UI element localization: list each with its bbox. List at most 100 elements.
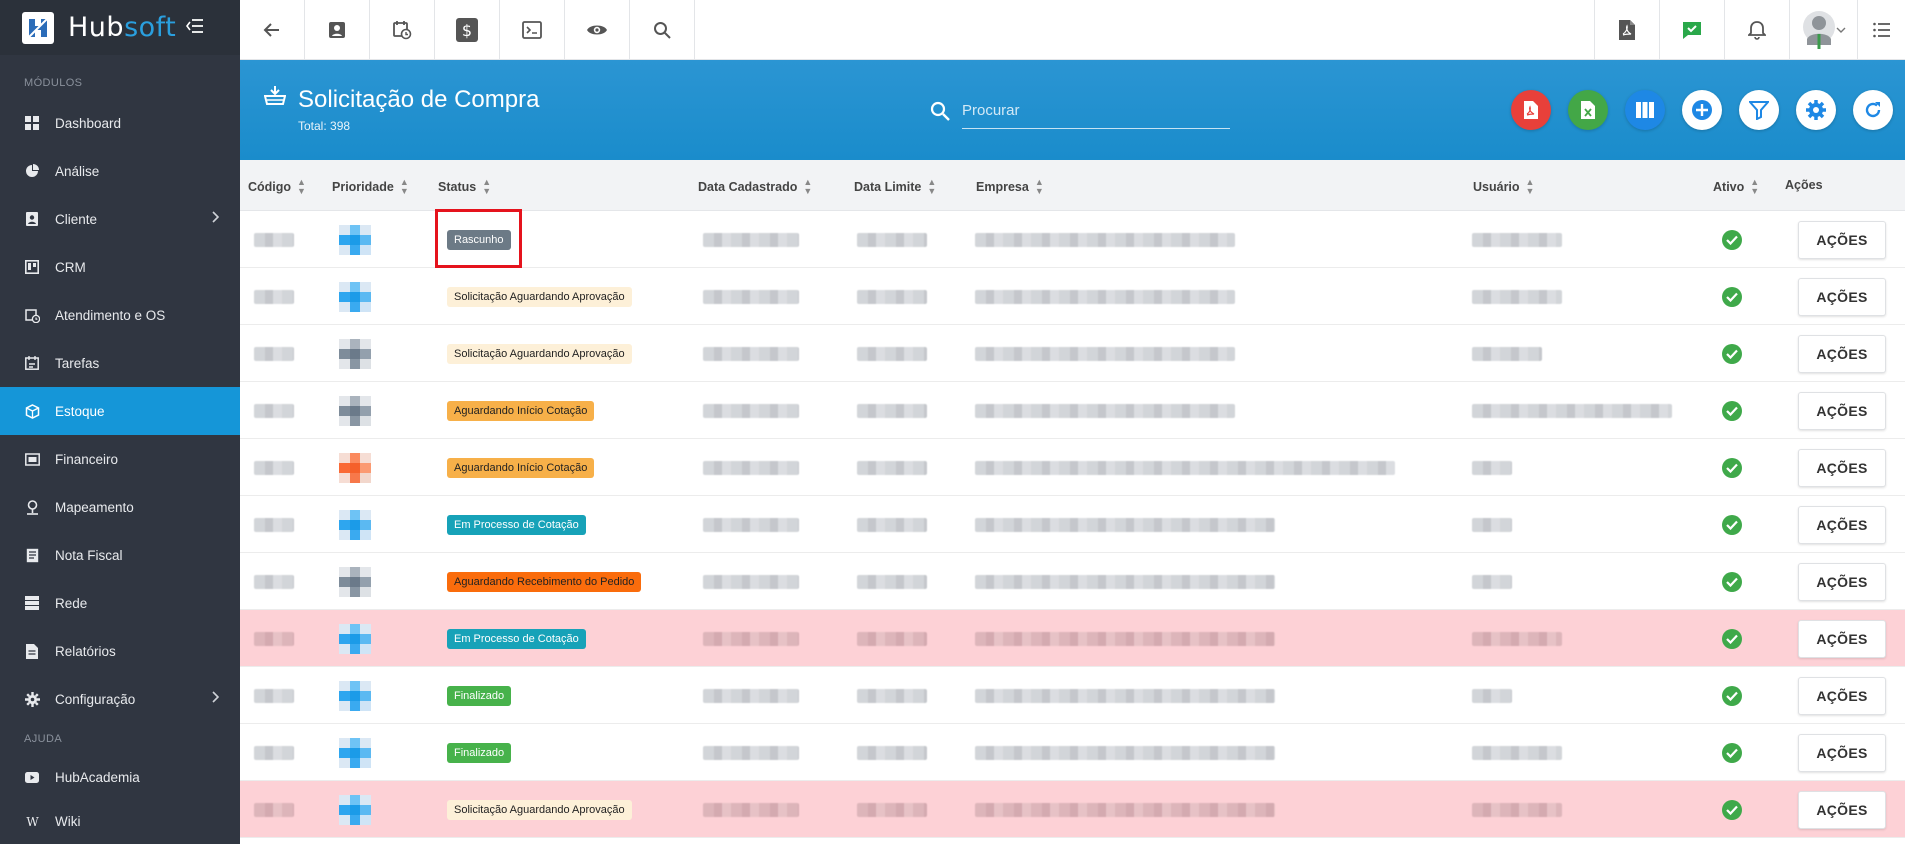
table-row[interactable]: Finalizado AÇÕES bbox=[240, 667, 1905, 724]
sidebar-item-financeiro[interactable]: Financeiro bbox=[0, 435, 240, 483]
priority-indicator bbox=[339, 566, 371, 597]
company-cell bbox=[975, 268, 1235, 325]
priority-cell bbox=[339, 724, 371, 781]
column-header[interactable]: Status ▲ ▼ bbox=[438, 178, 491, 196]
finance-button[interactable]: $ bbox=[435, 0, 500, 59]
table-row[interactable]: Solicitação Aguardando Aprovação AÇÕES bbox=[240, 781, 1905, 838]
redacted-date bbox=[703, 631, 799, 646]
redacted-date bbox=[857, 403, 927, 418]
back-button[interactable] bbox=[240, 0, 305, 59]
column-header-label: Usuário bbox=[1473, 180, 1520, 194]
settings-button[interactable] bbox=[1796, 90, 1836, 130]
terminal-button[interactable] bbox=[500, 0, 565, 59]
table-row[interactable]: Finalizado AÇÕES bbox=[240, 724, 1905, 781]
notifications-button[interactable] bbox=[1724, 0, 1789, 59]
column-header[interactable]: Ativo ▲ ▼ bbox=[1713, 178, 1759, 196]
sidebar-item-dashboard[interactable]: Dashboard bbox=[0, 99, 240, 147]
status-badge: Aguardando Recebimento do Pedido bbox=[447, 571, 642, 592]
row-actions-button[interactable]: AÇÕES bbox=[1798, 334, 1886, 373]
table-row[interactable]: Solicitação Aguardando Aprovação AÇÕES bbox=[240, 268, 1905, 325]
hubsoft-logo[interactable] bbox=[22, 11, 54, 44]
row-actions-button[interactable]: AÇÕES bbox=[1798, 391, 1886, 430]
pdf-document-button[interactable] bbox=[1594, 0, 1659, 59]
redacted-company bbox=[975, 346, 1235, 361]
refresh-button[interactable] bbox=[1853, 90, 1893, 130]
sidebar-item-label: Mapeamento bbox=[55, 499, 134, 515]
avatar bbox=[1802, 10, 1835, 49]
status-badge: Em Processo de Cotação bbox=[447, 514, 586, 535]
status-badge: Solicitação Aguardando Aprovação bbox=[447, 343, 632, 364]
table-row[interactable]: Aguardando Início Cotação AÇÕES bbox=[240, 439, 1905, 496]
sidebar-item-tarefas[interactable]: Tarefas bbox=[0, 339, 240, 387]
export-pdf-button[interactable] bbox=[1511, 90, 1551, 130]
row-actions-button[interactable]: AÇÕES bbox=[1798, 562, 1886, 601]
contacts-button[interactable] bbox=[305, 0, 370, 59]
column-header[interactable]: Data Cadastrado ▲ ▼ bbox=[698, 178, 812, 196]
row-actions-button[interactable]: AÇÕES bbox=[1798, 733, 1886, 772]
sidebar-item-label: Estoque bbox=[55, 403, 105, 419]
row-actions-button[interactable]: AÇÕES bbox=[1798, 790, 1886, 829]
row-actions-button[interactable]: AÇÕES bbox=[1798, 619, 1886, 658]
column-header[interactable]: Empresa ▲ ▼ bbox=[976, 178, 1044, 196]
code-cell bbox=[254, 496, 294, 553]
sidebar-item-wiki[interactable]: W Wiki bbox=[0, 799, 240, 843]
column-header[interactable]: Data Limite ▲ ▼ bbox=[854, 178, 936, 196]
cube-icon bbox=[24, 403, 40, 419]
column-header-label: Prioridade bbox=[332, 180, 394, 194]
check-circle-icon bbox=[1722, 514, 1742, 535]
row-actions-button[interactable]: AÇÕES bbox=[1798, 676, 1886, 715]
active-cell bbox=[1722, 781, 1742, 838]
redacted-code bbox=[254, 460, 294, 475]
search-input[interactable] bbox=[962, 93, 1230, 129]
priority-indicator bbox=[339, 509, 371, 540]
chat-button[interactable] bbox=[1659, 0, 1724, 59]
section-modules: MÓDULOS bbox=[24, 77, 83, 89]
menu-list-button[interactable] bbox=[1857, 0, 1905, 59]
created-date-cell bbox=[703, 211, 799, 268]
sidebar-item-relatorios[interactable]: Relatórios bbox=[0, 627, 240, 675]
active-cell bbox=[1722, 325, 1742, 382]
row-actions-button[interactable]: AÇÕES bbox=[1798, 448, 1886, 487]
check-circle-icon bbox=[1722, 286, 1742, 307]
status-cell: Solicitação Aguardando Aprovação bbox=[447, 781, 632, 838]
priority-cell bbox=[339, 211, 371, 268]
column-header[interactable]: Usuário ▲ ▼ bbox=[1473, 178, 1534, 196]
sidebar-item-crm[interactable]: CRM bbox=[0, 243, 240, 291]
sidebar-item-configuracao[interactable]: Configuração bbox=[0, 675, 240, 723]
filter-button[interactable] bbox=[1739, 90, 1779, 130]
table-row[interactable]: Em Processo de Cotação AÇÕES bbox=[240, 610, 1905, 667]
user-menu[interactable] bbox=[1789, 0, 1857, 59]
row-actions-button[interactable]: AÇÕES bbox=[1798, 220, 1886, 259]
search-button[interactable] bbox=[630, 0, 695, 59]
limit-date-cell bbox=[857, 724, 927, 781]
row-actions-button[interactable]: AÇÕES bbox=[1798, 277, 1886, 316]
sidebar-item-rede[interactable]: Rede bbox=[0, 579, 240, 627]
sidebar-item-cliente[interactable]: Cliente bbox=[0, 195, 240, 243]
view-button[interactable] bbox=[565, 0, 630, 59]
schedule-button[interactable] bbox=[370, 0, 435, 59]
add-button[interactable] bbox=[1682, 90, 1722, 130]
sidebar-item-analise[interactable]: Análise bbox=[0, 147, 240, 195]
column-header[interactable]: Prioridade ▲ ▼ bbox=[332, 178, 409, 196]
collapse-sidebar-icon[interactable] bbox=[186, 17, 204, 38]
help-nav: HubAcademia W Wiki bbox=[0, 755, 240, 843]
status-badge: Aguardando Início Cotação bbox=[447, 400, 595, 421]
table-row[interactable]: Solicitação Aguardando Aprovação AÇÕES bbox=[240, 325, 1905, 382]
row-actions-button[interactable]: AÇÕES bbox=[1798, 505, 1886, 544]
columns-button[interactable] bbox=[1625, 90, 1665, 130]
table-row[interactable]: Aguardando Recebimento do Pedido AÇÕES bbox=[240, 553, 1905, 610]
redacted-date bbox=[857, 289, 927, 304]
wikipedia-icon: W bbox=[24, 813, 40, 829]
company-cell bbox=[975, 610, 1275, 667]
column-header[interactable]: Código ▲ ▼ bbox=[248, 178, 306, 196]
sidebar-item-mapeamento[interactable]: Mapeamento bbox=[0, 483, 240, 531]
sidebar-item-atendimento-e-os[interactable]: Atendimento e OS bbox=[0, 291, 240, 339]
table-row[interactable]: Em Processo de Cotação AÇÕES bbox=[240, 496, 1905, 553]
export-excel-button[interactable] bbox=[1568, 90, 1608, 130]
sidebar-item-estoque[interactable]: Estoque bbox=[0, 387, 240, 435]
status-cell: Solicitação Aguardando Aprovação bbox=[447, 325, 632, 382]
table-row[interactable]: Rascunho AÇÕES bbox=[240, 211, 1905, 268]
table-row[interactable]: Aguardando Início Cotação AÇÕES bbox=[240, 382, 1905, 439]
sidebar-item-hubacademia[interactable]: HubAcademia bbox=[0, 755, 240, 799]
sidebar-item-nota-fiscal[interactable]: Nota Fiscal bbox=[0, 531, 240, 579]
